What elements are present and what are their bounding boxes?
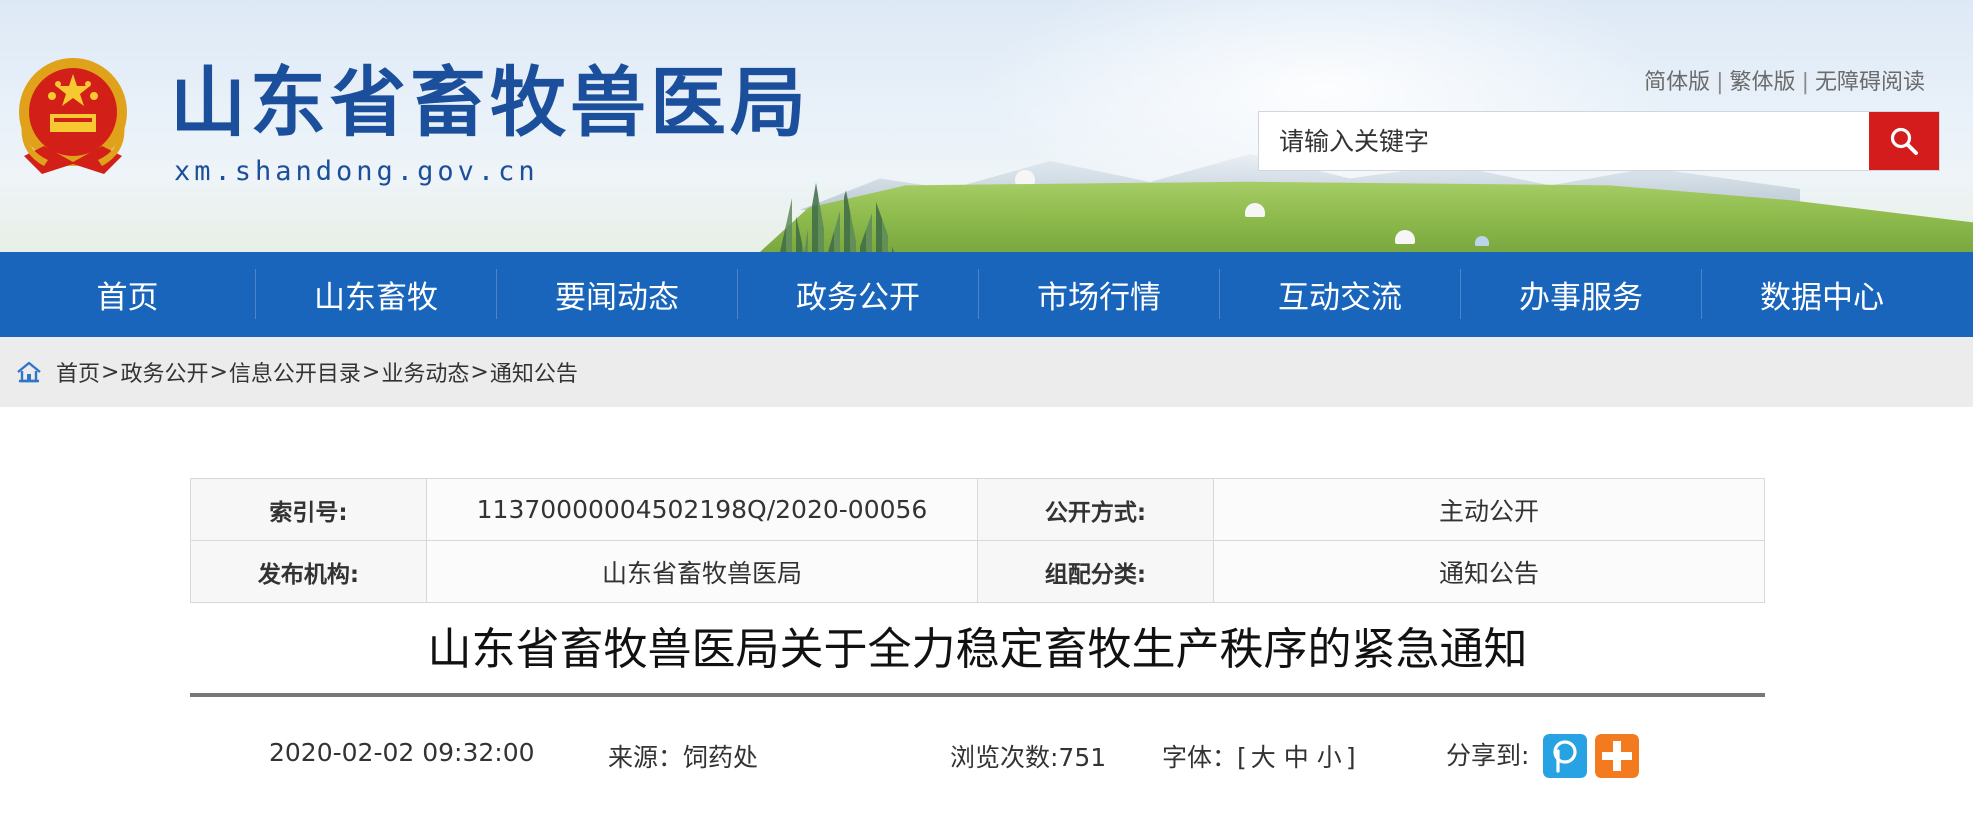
share-plus-icon[interactable]: [1595, 734, 1639, 778]
article-title: 山东省畜牧兽医局关于全力稳定畜牧生产秩序的紧急通知: [427, 624, 1528, 675]
traditional-chinese-link[interactable]: 繁体版: [1730, 70, 1796, 95]
nav-item-data-center[interactable]: 数据中心: [1702, 252, 1942, 337]
yurt-decoration: [1015, 170, 1035, 184]
font-size-large[interactable]: 大: [1251, 743, 1276, 772]
issuer-value: 山东省畜牧兽医局: [426, 540, 978, 603]
font-size-label: 字体：[: [1162, 743, 1247, 772]
breadcrumb-separator: >: [470, 359, 489, 385]
home-icon: [17, 361, 41, 383]
view-count: 浏览次数:751: [950, 743, 1107, 772]
category-label: 组配分类:: [977, 540, 1214, 603]
breadcrumb-business-news[interactable]: 业务动态: [381, 356, 469, 388]
nav-item-government-affairs[interactable]: 政务公开: [738, 252, 978, 337]
publish-date: 2020-02-02 09:32:00: [269, 738, 535, 767]
category-value: 通知公告: [1213, 540, 1765, 603]
index-number-value: 11370000004502198Q/2020-00056: [426, 478, 978, 541]
site-title: 山东省畜牧兽医局: [170, 58, 810, 147]
article-source: 来源：饲药处: [608, 743, 759, 772]
issuer-label: 发布机构:: [190, 540, 427, 603]
table-row: 发布机构: 山东省畜牧兽医局 组配分类: 通知公告: [190, 540, 1765, 603]
search-input[interactable]: [1259, 112, 1869, 170]
table-row: 索引号: 11370000004502198Q/2020-00056 公开方式:…: [190, 478, 1765, 541]
national-emblem-icon: [19, 58, 127, 174]
search-icon: [1890, 127, 1918, 155]
main-nav: 首页 山东畜牧 要闻动态 政务公开 市场行情 互动交流 办事服务 数据中心: [0, 252, 1973, 337]
nav-item-home[interactable]: 首页: [0, 252, 255, 337]
accessible-reading-link[interactable]: 无障碍阅读: [1815, 70, 1925, 95]
simplified-chinese-link[interactable]: 简体版: [1644, 70, 1710, 95]
language-links: 简体版 | 繁体版 | 无障碍阅读: [1644, 70, 1925, 95]
nav-item-services[interactable]: 办事服务: [1461, 252, 1701, 337]
share-p-icon[interactable]: [1543, 734, 1587, 778]
disclosure-method-label: 公开方式:: [977, 478, 1214, 541]
yurt-decoration: [1245, 203, 1265, 217]
breadcrumb-separator: >: [101, 359, 120, 385]
breadcrumb-notices[interactable]: 通知公告: [490, 356, 578, 388]
font-size-switcher: 字体：[大中小]: [1162, 738, 1356, 774]
breadcrumb-home[interactable]: 首页: [56, 356, 100, 388]
site-domain: xm.shandong.gov.cn: [174, 156, 539, 187]
header-banner: 山东省畜牧兽医局 xm.shandong.gov.cn 简体版 | 繁体版 | 无障碍阅…: [0, 0, 1973, 252]
breadcrumb-separator: >: [361, 359, 381, 385]
breadcrumb-info-directory[interactable]: 信息公开目录: [229, 356, 361, 388]
breadcrumb-government-affairs[interactable]: 政务公开: [120, 356, 208, 388]
nav-item-interaction[interactable]: 互动交流: [1220, 252, 1460, 337]
index-number-label: 索引号:: [190, 478, 427, 541]
yurt-decoration: [1475, 236, 1489, 246]
search-button[interactable]: [1869, 112, 1939, 170]
font-size-medium[interactable]: 中: [1284, 743, 1309, 772]
breadcrumb-separator: >: [209, 359, 228, 385]
breadcrumb: 首页 > 政务公开 > 信息公开目录 > 业务动态 > 通知公告: [0, 337, 1973, 407]
nav-item-shandong-livestock[interactable]: 山东畜牧: [256, 252, 496, 337]
nav-item-news[interactable]: 要闻动态: [497, 252, 737, 337]
nav-item-market[interactable]: 市场行情: [979, 252, 1219, 337]
font-size-close: ]: [1345, 743, 1356, 772]
document-info-table: 索引号: 11370000004502198Q/2020-00056 公开方式:…: [190, 478, 1765, 603]
search-box: [1258, 111, 1940, 171]
font-size-small[interactable]: 小: [1317, 743, 1342, 772]
yurt-decoration: [1395, 230, 1415, 244]
share-label: 分享到:: [1446, 741, 1530, 770]
disclosure-method-value: 主动公开: [1213, 478, 1765, 541]
title-divider: [190, 693, 1765, 697]
